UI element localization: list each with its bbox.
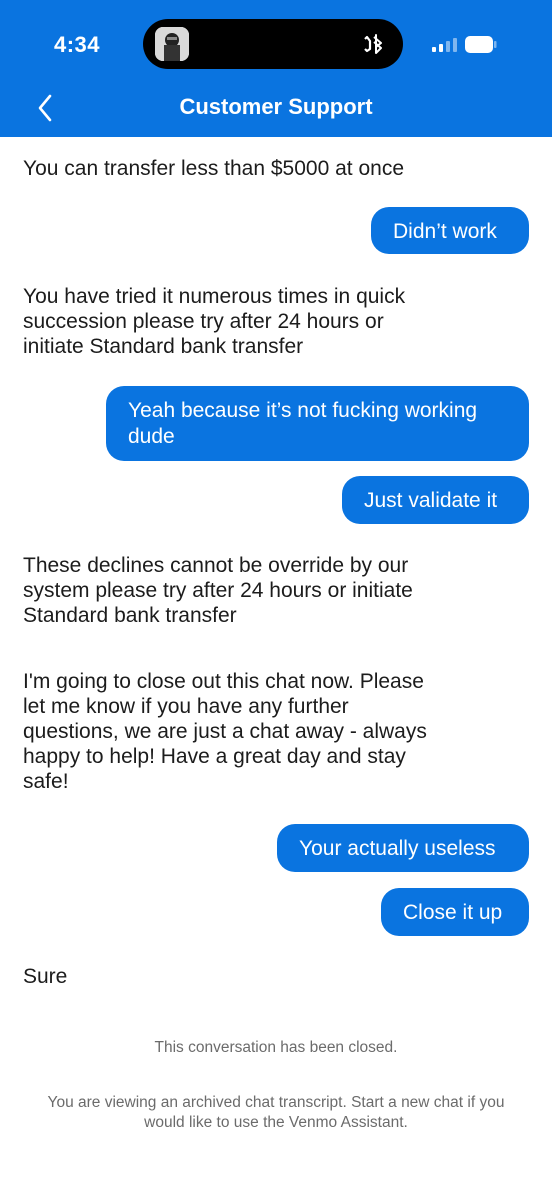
- user-message: Close it up: [381, 888, 529, 936]
- message-line: let me know if you have any further: [23, 695, 349, 718]
- battery-icon: [465, 36, 497, 53]
- notice-line: You are viewing an archived chat transcr…: [47, 1094, 505, 1111]
- message-text: Sure: [23, 965, 68, 988]
- status-time: 4:34: [54, 32, 101, 57]
- message-line: questions, we are just a chat away - alw…: [23, 720, 427, 743]
- now-playing-artwork: [155, 27, 189, 61]
- app-header: 4:34 Customer Support: [0, 0, 552, 137]
- cellular-signal-icon: [432, 38, 458, 52]
- message-line: system please try after 24 hours or init…: [23, 579, 413, 602]
- agent-message: Sure: [23, 964, 67, 989]
- message-line: These declines cannot be override by our: [23, 554, 409, 577]
- message-line: dude: [128, 425, 175, 448]
- message-line: succession please try after 24 hours or: [23, 310, 384, 333]
- message-line: initiate Standard bank transfer: [23, 335, 304, 358]
- agent-message: These declines cannot be override by our…: [23, 553, 413, 628]
- message-line: You have tried it numerous times in quic…: [23, 285, 406, 308]
- user-message: Yeah because it’s not fucking working du…: [106, 386, 529, 461]
- message-text: You can transfer less than $5000 at once: [23, 157, 404, 180]
- message-line: Standard bank transfer: [23, 604, 237, 627]
- message-text: Close it up: [403, 901, 503, 924]
- message-text: Just validate it: [364, 489, 498, 512]
- dynamic-island[interactable]: [143, 19, 403, 69]
- message-line: I'm going to close out this chat now. Pl…: [23, 670, 424, 693]
- message-line: happy to help! Have a great day and stay: [23, 745, 406, 768]
- page-title: Customer Support: [179, 94, 373, 119]
- message-line: safe!: [23, 770, 69, 793]
- user-message: Didn’t work: [371, 207, 529, 254]
- bluetooth-icon: [359, 29, 389, 59]
- agent-message: You have tried it numerous times in quic…: [23, 284, 405, 359]
- conversation-closed-notice: This conversation has been closed.: [154, 1039, 398, 1056]
- agent-message: I'm going to close out this chat now. Pl…: [23, 669, 427, 794]
- notice-line: would like to use the Venmo Assistant.: [144, 1114, 408, 1131]
- message-line: Yeah because it’s not fucking working: [128, 399, 478, 422]
- user-message: Just validate it: [342, 476, 529, 524]
- archived-transcript-notice: You are viewing an archived chat transcr…: [20, 1093, 532, 1133]
- message-text: Your actually useless: [299, 837, 496, 860]
- agent-message: You can transfer less than $5000 at once: [23, 156, 404, 181]
- user-message: Your actually useless: [277, 824, 529, 872]
- message-text: Didn’t work: [393, 220, 497, 243]
